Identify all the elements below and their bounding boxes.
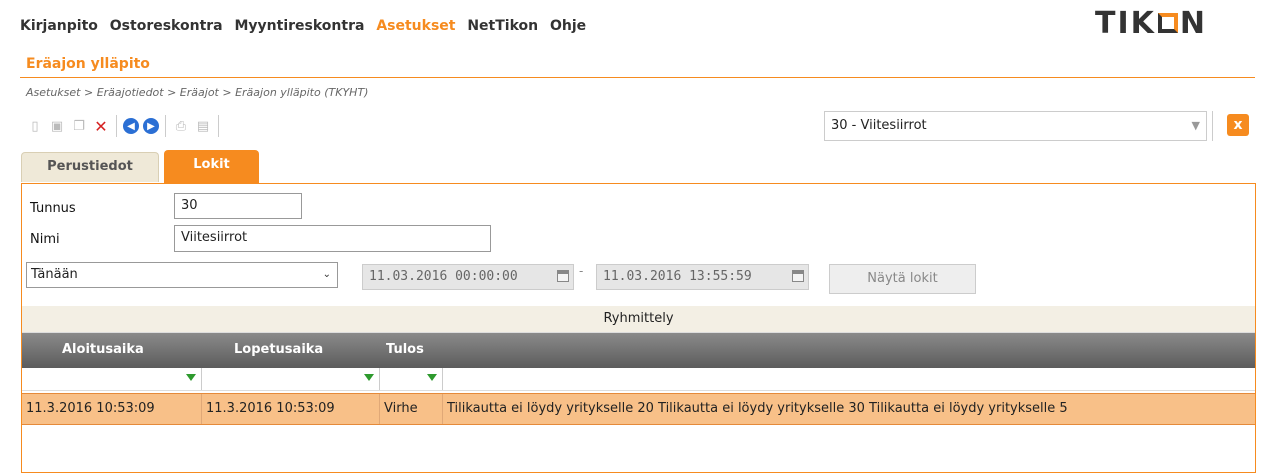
menu-item-ostoreskontra[interactable]: Ostoreskontra (110, 18, 223, 34)
calendar-icon[interactable] (792, 270, 804, 282)
copy-icon[interactable]: ❐ (70, 117, 88, 135)
tikon-logo: TIK N (1095, 6, 1207, 41)
nimi-label: Nimi (30, 232, 60, 247)
column-header-aloitusaika[interactable]: Aloitusaika (62, 342, 144, 357)
logo-text-right: N (1179, 6, 1207, 41)
filter-row (22, 368, 1255, 391)
filter-cell-aloitusaika[interactable] (22, 368, 202, 390)
main-menu: Kirjanpito Ostoreskontra Myyntireskontra… (20, 18, 593, 34)
filter-icon[interactable] (364, 374, 374, 381)
toolbar: ▯ ▣ ❐ ✕ ◀ ▶ ⎙ ▤ (26, 114, 225, 138)
toolbar-divider (1212, 111, 1213, 141)
nimi-field[interactable]: Viitesiirrot (174, 225, 491, 252)
chevron-down-icon: ▼ (1191, 119, 1200, 132)
page-title: Eräajon ylläpito (26, 56, 150, 72)
filter-icon[interactable] (186, 374, 196, 381)
period-select[interactable]: Tänään ⌄ (26, 262, 338, 288)
previous-icon[interactable]: ◀ (123, 118, 139, 134)
grouping-bar[interactable]: Ryhmittely (22, 306, 1255, 333)
logo-square-icon (1157, 13, 1178, 33)
table-row[interactable]: 11.3.2016 10:53:09 11.3.2016 10:53:09 Vi… (22, 393, 1255, 425)
period-select-value: Tänään (31, 267, 78, 282)
cell-message: Tilikautta ei löydy yritykselle 20 Tilik… (447, 401, 1068, 416)
logo-text-left: TIK (1095, 6, 1156, 41)
next-icon[interactable]: ▶ (143, 118, 159, 134)
save-icon[interactable]: ▣ (48, 117, 66, 135)
tab-perustiedot[interactable]: Perustiedot (21, 152, 159, 182)
column-header-lopetusaika[interactable]: Lopetusaika (234, 342, 323, 357)
filter-cell-lopetusaika[interactable] (202, 368, 380, 390)
cell-start: 11.3.2016 10:53:09 (22, 394, 202, 424)
filter-icon[interactable] (427, 374, 437, 381)
preview-icon[interactable]: ▤ (194, 117, 212, 135)
tunnus-field[interactable]: 30 (174, 193, 302, 219)
tunnus-label: Tunnus (30, 201, 76, 216)
breadcrumb: Asetukset > Eräajotiedot > Eräajot > Erä… (26, 86, 369, 99)
title-divider (20, 77, 1255, 78)
new-document-icon[interactable]: ▯ (26, 117, 44, 135)
date-range-separator: - (579, 264, 584, 278)
menu-item-ohje[interactable]: Ohje (550, 18, 586, 34)
job-select-value: 30 - Viitesiirrot (831, 118, 927, 133)
chevron-down-icon: ⌄ (322, 269, 331, 280)
menu-item-nettikon[interactable]: NetTikon (467, 18, 538, 34)
delete-icon[interactable]: ✕ (92, 117, 110, 136)
menu-item-asetukset[interactable]: Asetukset (376, 18, 455, 34)
menu-item-kirjanpito[interactable]: Kirjanpito (20, 18, 98, 34)
toolbar-separator (165, 115, 166, 137)
column-header-tulos[interactable]: Tulos (386, 342, 424, 357)
filter-cell-tulos[interactable] (380, 368, 443, 390)
grid-header: Aloitusaika Lopetusaika Tulos (22, 333, 1255, 368)
start-datetime-value: 11.03.2016 00:00:00 (369, 269, 518, 284)
calendar-icon[interactable] (557, 270, 569, 282)
show-logs-button[interactable]: Näytä lokit (829, 264, 976, 294)
toolbar-separator (116, 115, 117, 137)
print-icon[interactable]: ⎙ (172, 117, 190, 135)
end-datetime-value: 11.03.2016 13:55:59 (603, 269, 752, 284)
cell-result: Virhe (380, 394, 443, 424)
close-button[interactable]: x (1227, 114, 1249, 136)
tab-lokit[interactable]: Lokit (164, 150, 259, 183)
end-datetime-field[interactable]: 11.03.2016 13:55:59 (596, 264, 809, 290)
job-select[interactable]: 30 - Viitesiirrot ▼ (824, 111, 1207, 141)
toolbar-separator (218, 115, 219, 137)
start-datetime-field[interactable]: 11.03.2016 00:00:00 (362, 264, 574, 290)
cell-end: 11.3.2016 10:53:09 (202, 394, 380, 424)
menu-item-myyntireskontra[interactable]: Myyntireskontra (235, 18, 365, 34)
